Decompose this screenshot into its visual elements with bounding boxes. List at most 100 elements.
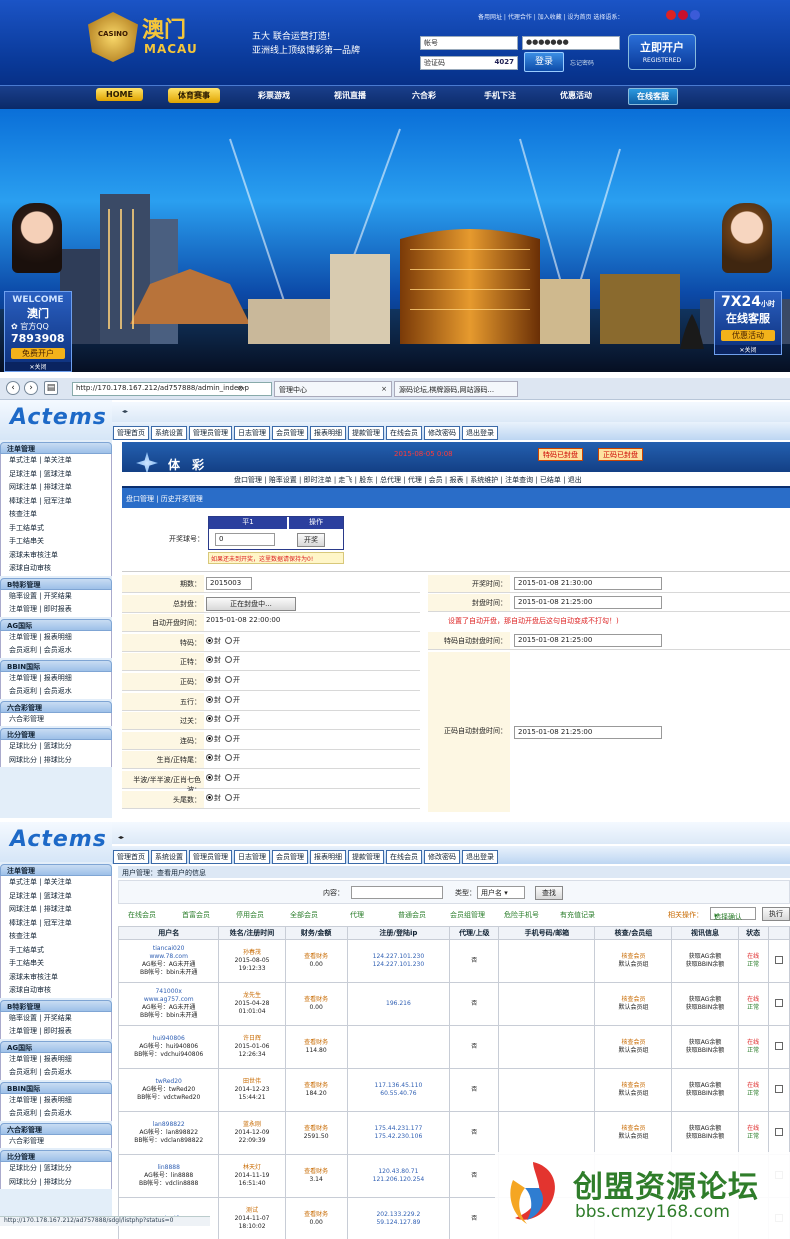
sidebar-link[interactable]: 单式注单 | 单关注单 (0, 876, 112, 890)
check-member-link[interactable]: 核查会员 (595, 996, 671, 1004)
sidebar-group-title[interactable]: BBIN国际 (0, 1081, 112, 1094)
forward-icon[interactable]: › (24, 381, 38, 395)
welcome-close[interactable]: ✕关闭 (5, 362, 71, 371)
top-nav-item[interactable]: 管理首页 (113, 426, 149, 440)
radio-open[interactable] (225, 793, 232, 801)
radio-close[interactable] (206, 754, 213, 762)
sidebar-link[interactable]: 滚球未审核注单 (0, 970, 112, 984)
sidebar-link[interactable]: 棒球注单 | 冠军注单 (0, 494, 112, 508)
user-user[interactable]: lan898822 (119, 1121, 218, 1129)
sidebar-link[interactable]: 注单管理 | 即时报表 (0, 603, 112, 617)
get-bbin-balance-link[interactable]: 获取BBIN余额 (672, 1133, 737, 1141)
filter-recharge[interactable]: 有充值记录 (560, 910, 595, 920)
get-ag-balance-link[interactable]: 获取AG余额 (672, 1125, 737, 1133)
row-checkbox[interactable] (774, 1084, 783, 1093)
collapse-icon[interactable]: ◂▸ (122, 408, 128, 415)
nav-lottery[interactable]: 彩票游戏 (258, 90, 290, 101)
radio-open[interactable] (225, 676, 232, 683)
admin-logo[interactable]: Actems (0, 822, 112, 862)
close-tab-icon[interactable]: × (381, 385, 387, 393)
main-auto-input[interactable]: 2015-01-08 21:25:00 (514, 726, 662, 739)
sidebar-link[interactable]: 会员返利 | 会员返水 (0, 1066, 112, 1080)
free-signup-button[interactable]: 免费开户 (11, 348, 65, 359)
sidebar-link[interactable]: 赔率设置 | 开奖结果 (0, 589, 112, 603)
sidebar-link[interactable]: 棒球注单 | 冠军注单 (0, 916, 112, 930)
sidebar-link[interactable]: 足球注单 | 篮球注单 (0, 467, 112, 481)
sidebar-link[interactable]: 网球比分 | 排球比分 (0, 1175, 112, 1189)
collapse-icon[interactable]: ◂▸ (118, 834, 124, 841)
sidebar-group-title[interactable]: 比分管理 (0, 1150, 112, 1162)
filter-rich[interactable]: 首富会员 (182, 910, 210, 920)
draw-ball-input[interactable]: 0 (215, 533, 275, 546)
sidebar-link[interactable]: 滚球未审核注单 (0, 548, 112, 562)
sidebar-link[interactable]: 网球比分 | 排球比分 (0, 753, 112, 767)
content-input[interactable] (351, 886, 443, 899)
nav-support[interactable]: 在线客服 (628, 88, 678, 105)
view-finance-link[interactable]: 查看财务 (286, 1082, 347, 1090)
sidebar-group-title[interactable]: B特彩管理 (0, 999, 112, 1012)
radio-close[interactable] (206, 676, 213, 683)
view-finance-link[interactable]: 查看财务 (286, 953, 347, 961)
nav-marksix[interactable]: 六合彩 (412, 90, 436, 101)
radio-open[interactable] (225, 636, 232, 644)
filter-disabled[interactable]: 停用会员 (236, 910, 264, 920)
login-button[interactable]: 登录 (524, 52, 564, 72)
top-nav-item[interactable]: 报表明细 (310, 426, 346, 440)
sidebar-link[interactable]: 会员返利 | 会员返水 (0, 685, 112, 699)
top-nav-item[interactable]: 日志管理 (234, 426, 270, 440)
sidebar-group-title[interactable]: 注单管理 (0, 442, 112, 454)
radio-close[interactable] (206, 793, 213, 801)
get-ag-balance-link[interactable]: 获取AG余额 (672, 1082, 737, 1090)
top-nav-item[interactable]: 在线会员 (386, 850, 422, 864)
main-closed-button[interactable]: 正码已封盘 (598, 448, 643, 461)
nav-live[interactable]: 视讯直播 (334, 90, 366, 101)
user-user[interactable]: tiancai020 (119, 945, 218, 953)
sidebar-link[interactable]: 足球比分 | 篮球比分 (0, 1162, 112, 1176)
search-button[interactable]: 查找 (535, 886, 563, 900)
sidebar-link[interactable]: 核查注单 (0, 508, 112, 522)
filter-phone[interactable]: 危险手机号 (504, 910, 539, 920)
nav-sports[interactable]: 体育赛事 (168, 88, 220, 103)
user-user[interactable]: twRed20 (119, 1078, 218, 1086)
sidebar-group-title[interactable]: B特彩管理 (0, 577, 112, 590)
get-bbin-balance-link[interactable]: 获取BBIN余额 (672, 1090, 737, 1098)
radio-close[interactable] (206, 636, 213, 644)
radio-open[interactable] (225, 695, 232, 703)
type-select[interactable]: 用户名 ▾ (477, 886, 525, 899)
sidebar-link[interactable]: 手工结单式 (0, 943, 112, 957)
sidebar-link[interactable]: 手工结串关 (0, 535, 112, 549)
macau-logo[interactable]: CASINO 澳门 MACAU (88, 8, 198, 70)
radio-open[interactable] (225, 734, 232, 742)
row-checkbox[interactable] (774, 1127, 783, 1136)
get-ag-balance-link[interactable]: 获取AG余额 (672, 996, 737, 1004)
sidebar-link[interactable]: 六合彩管理 (0, 1134, 112, 1148)
sidebar-link[interactable]: 会员返利 | 会员返水 (0, 1107, 112, 1121)
filter-online[interactable]: 在线会员 (128, 910, 156, 920)
filter-normal[interactable]: 普通会员 (398, 910, 426, 920)
sidebar-link[interactable]: 足球比分 | 篮球比分 (0, 740, 112, 754)
top-nav-item[interactable]: 管理员管理 (189, 426, 232, 440)
total-close-value[interactable]: 正在封盘中... (206, 596, 296, 611)
view-finance-link[interactable]: 查看财务 (286, 996, 347, 1004)
view-finance-link[interactable]: 查看财务 (286, 1125, 347, 1133)
sidebar-link[interactable]: 注单管理 | 报表明细 (0, 630, 112, 644)
radio-open[interactable] (225, 774, 232, 781)
radio-close[interactable] (206, 734, 213, 742)
tab-admin[interactable]: 管理中心 × (274, 381, 392, 397)
check-member-link[interactable]: 核查会员 (595, 953, 671, 961)
get-bbin-balance-link[interactable]: 获取BBIN余额 (672, 1004, 737, 1012)
radio-open[interactable] (225, 754, 232, 762)
top-nav-item[interactable]: 系统设置 (151, 426, 187, 440)
user-user[interactable]: 741000x (119, 988, 218, 996)
radio-close[interactable] (206, 695, 213, 703)
issue-value[interactable]: 2015003 (206, 577, 252, 590)
register-button[interactable]: 立即开户 REGISTERED (628, 34, 696, 70)
check-member-link[interactable]: 核查会员 (595, 1082, 671, 1090)
exec-button[interactable]: 执行 (762, 907, 790, 921)
sidebar-link[interactable]: 足球注单 | 篮球注单 (0, 889, 112, 903)
account-field[interactable]: 帐号 (420, 36, 518, 50)
sidebar-link[interactable]: 注单管理 | 即时报表 (0, 1025, 112, 1039)
sidebar-link[interactable]: 网球注单 | 排球注单 (0, 481, 112, 495)
top-nav-item[interactable]: 在线会员 (386, 426, 422, 440)
draw-button[interactable]: 开奖 (297, 533, 325, 547)
